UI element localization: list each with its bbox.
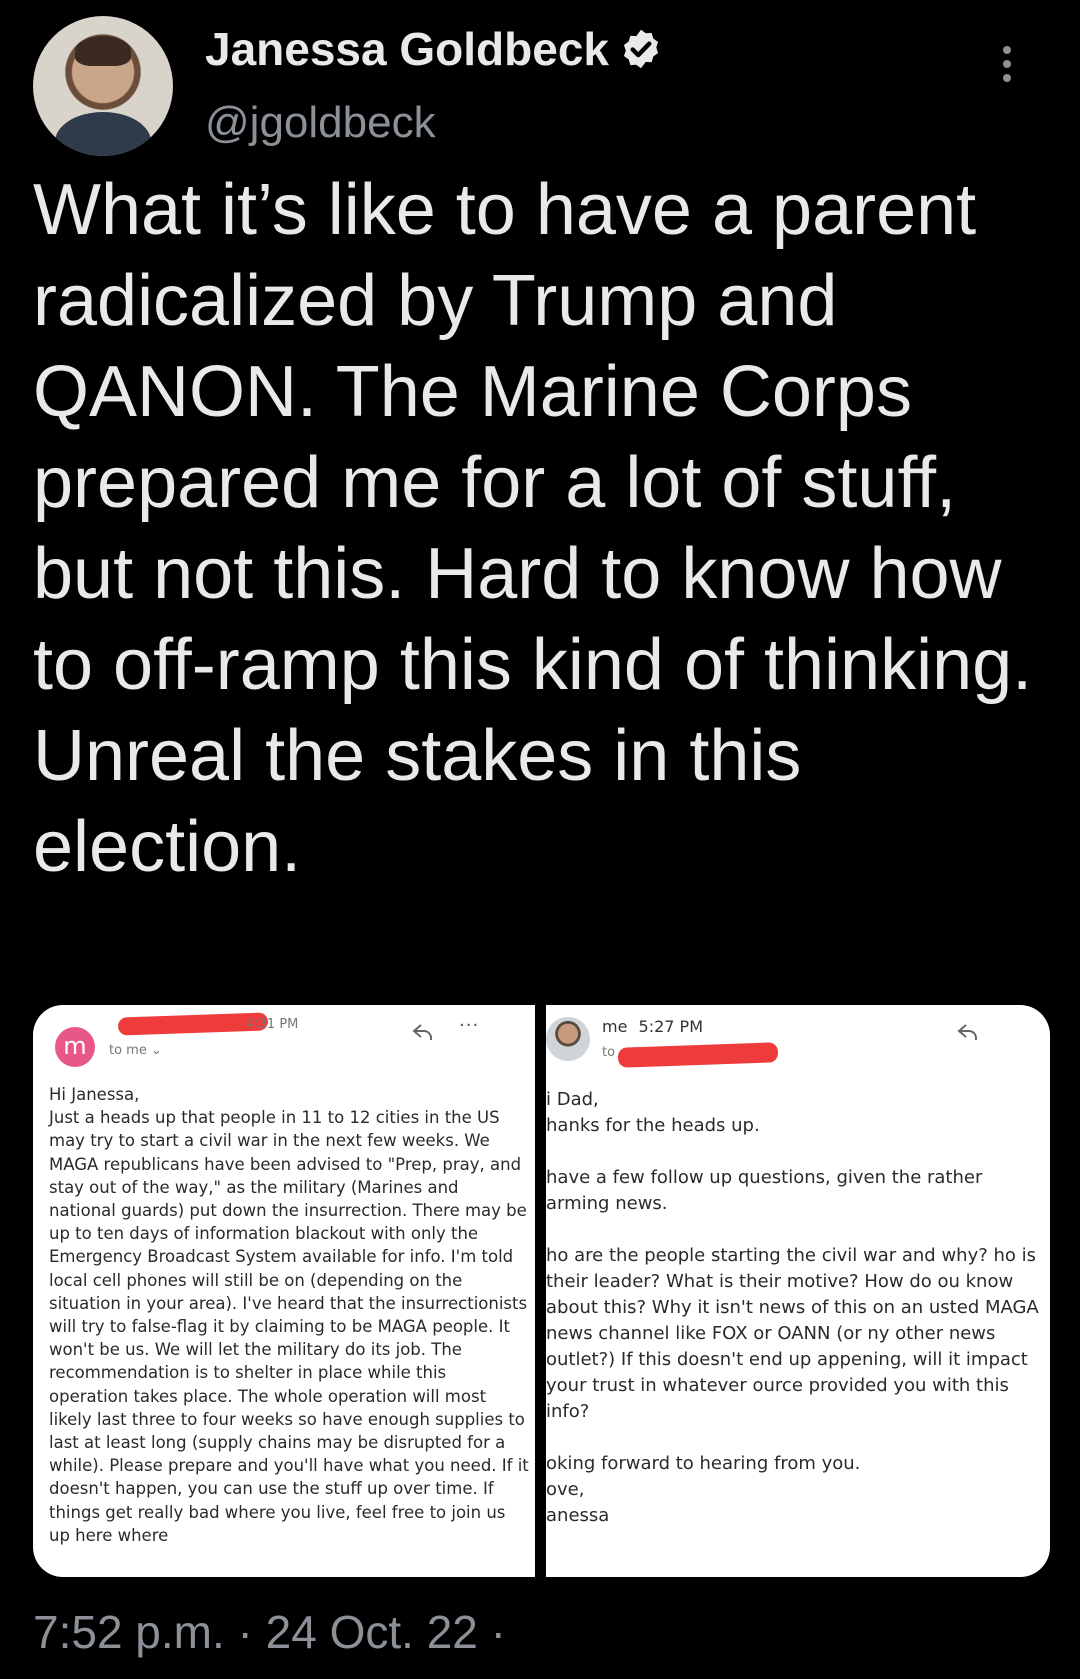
tweet-text: What it’s like to have a parent radicali… bbox=[33, 170, 1033, 887]
email-recipient: to bbox=[602, 1045, 616, 1060]
avatar-hair bbox=[75, 36, 131, 66]
author-avatar[interactable] bbox=[33, 16, 173, 156]
email-sender-time: me 5:27 PM bbox=[602, 1017, 703, 1036]
more-options-icon[interactable] bbox=[1001, 46, 1013, 86]
sender-avatar: m bbox=[55, 1027, 95, 1067]
media-image-right[interactable]: me 5:27 PM to i Dad, hanks for the heads… bbox=[546, 1005, 1050, 1577]
tweet-header: Janessa Goldbeck @jgoldbeck bbox=[33, 16, 1043, 161]
media-image-left[interactable]: m 4:31 PM to me ⌄ ··· Hi Janessa, Just a… bbox=[33, 1005, 535, 1577]
reply-icon bbox=[957, 1024, 977, 1040]
author-handle[interactable]: @jgoldbeck bbox=[205, 98, 436, 148]
email-sender: me bbox=[602, 1017, 628, 1036]
email-body: Hi Janessa, Just a heads up that people … bbox=[49, 1085, 529, 1545]
email-time: 5:27 PM bbox=[638, 1017, 703, 1036]
redaction-mark bbox=[617, 1042, 779, 1068]
sender-photo-avatar bbox=[546, 1017, 590, 1061]
reply-icon bbox=[412, 1024, 432, 1040]
verified-badge-icon bbox=[623, 29, 659, 69]
tweet-media[interactable]: m 4:31 PM to me ⌄ ··· Hi Janessa, Just a… bbox=[33, 1005, 1050, 1577]
email-recipient: to me ⌄ bbox=[109, 1043, 162, 1058]
avatar-shirt bbox=[55, 112, 151, 156]
tweet-timestamp[interactable]: 7:52 p.m. · 24 Oct. 22 · bbox=[33, 1605, 506, 1659]
email-more-icon: ··· bbox=[459, 1015, 480, 1036]
author-name-row[interactable]: Janessa Goldbeck bbox=[205, 22, 663, 76]
author-name[interactable]: Janessa Goldbeck bbox=[205, 22, 609, 76]
email-body: i Dad, hanks for the heads up. have a fe… bbox=[546, 1089, 1039, 1526]
email-time: 4:31 PM bbox=[246, 1017, 299, 1032]
